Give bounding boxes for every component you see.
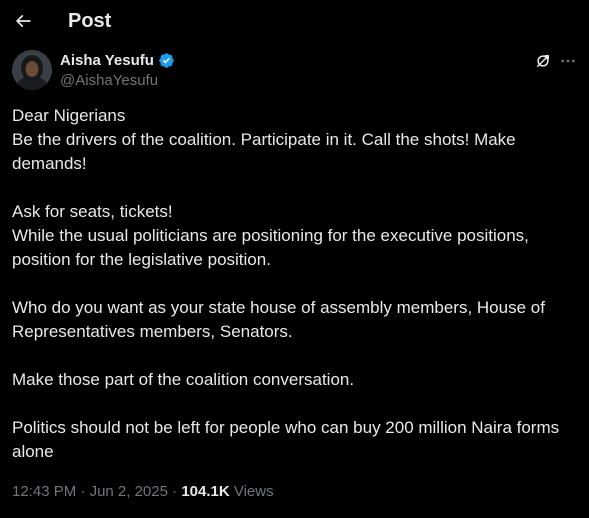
grok-icon: [537, 55, 549, 67]
more-button[interactable]: [557, 50, 579, 72]
post-paragraph: Make those part of the coalition convers…: [12, 368, 577, 392]
more-horizontal-icon: [561, 59, 575, 63]
user-handle[interactable]: @AishaYesufu: [60, 71, 158, 90]
post-line: Make those part of the coalition convers…: [12, 370, 355, 389]
back-button[interactable]: [8, 6, 38, 36]
post-date[interactable]: Jun 2, 2025: [90, 483, 168, 500]
views-count[interactable]: 104.1K: [181, 483, 229, 500]
post-line: Who do you want as your state house of a…: [12, 298, 545, 341]
arrow-left-icon: [15, 14, 31, 28]
page-title: Post: [68, 10, 112, 32]
meta-separator: ·: [172, 483, 178, 500]
post-time[interactable]: 12:43 PM: [12, 483, 76, 500]
post-text: Dear Nigerians Be the drivers of the coa…: [12, 104, 577, 464]
top-bar: Post: [0, 0, 589, 42]
post-line: Dear Nigerians: [12, 106, 126, 125]
avatar[interactable]: [12, 50, 52, 90]
post-author: Aisha Yesufu @AishaYesufu: [12, 50, 577, 92]
avatar-image: [12, 50, 52, 90]
post-paragraph: Ask for seats, tickets! While the usual …: [12, 200, 577, 272]
post-line: While the usual politicians are position…: [12, 226, 529, 269]
views-label: Views: [233, 483, 274, 500]
post-line: Politics should not be left for people w…: [12, 418, 560, 461]
post-paragraph: Politics should not be left for people w…: [12, 416, 577, 464]
grok-button[interactable]: [532, 50, 554, 72]
verified-badge-icon[interactable]: [158, 52, 175, 69]
display-name[interactable]: Aisha Yesufu: [60, 51, 154, 70]
meta-separator: ·: [80, 483, 86, 500]
name-line: Aisha Yesufu: [60, 51, 175, 70]
post-paragraph: Dear Nigerians Be the drivers of the coa…: [12, 104, 577, 176]
post-line: Be the drivers of the coalition. Partici…: [12, 130, 516, 173]
post-paragraph: Who do you want as your state house of a…: [12, 296, 577, 344]
post-line: Ask for seats, tickets!: [12, 202, 173, 221]
post-meta: 12:43 PM · Jun 2, 2025 · 104.1K Views: [12, 482, 274, 501]
